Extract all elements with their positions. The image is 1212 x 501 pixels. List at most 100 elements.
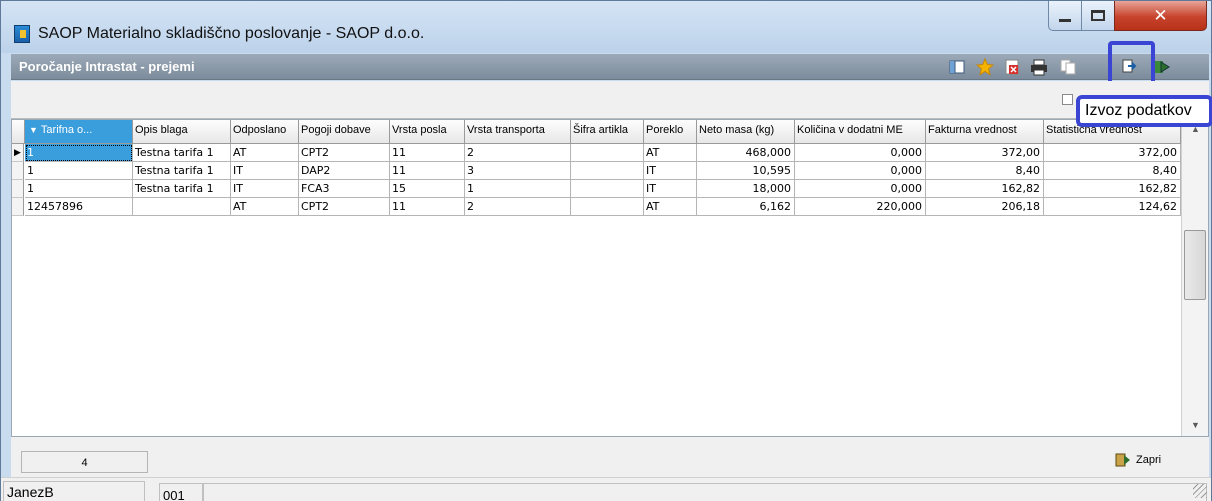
table-cell[interactable]: IT xyxy=(644,180,697,198)
resize-grip[interactable] xyxy=(1193,484,1207,498)
column-header[interactable]: Poreklo xyxy=(644,120,697,144)
panel-title: Poročanje Intrastat - prejemi xyxy=(19,59,195,74)
table-cell[interactable]: 220,000 xyxy=(795,198,926,216)
column-header[interactable]: ▼ Tarifna o... xyxy=(25,120,133,144)
title-bar: SAOP Materialno skladiščno poslovanje - … xyxy=(1,1,1211,53)
table-cell[interactable]: 0,000 xyxy=(795,144,926,162)
table-cell[interactable]: 12457896 xyxy=(25,198,133,216)
table-cell[interactable]: 1 xyxy=(465,180,571,198)
filter-bar xyxy=(11,81,1209,119)
intrastat-grid: ▼ Tarifna o... Opis blaga Odposlano Pogoj… xyxy=(11,119,1209,437)
export-tooltip: Izvoz podatkov xyxy=(1076,95,1212,127)
delete-icon xyxy=(1005,59,1019,75)
table-cell[interactable]: 11 xyxy=(390,144,465,162)
table-cell[interactable] xyxy=(571,198,644,216)
column-header[interactable]: Vrsta posla xyxy=(390,120,465,144)
table-cell[interactable]: 15 xyxy=(390,180,465,198)
row-indicator[interactable] xyxy=(12,198,24,216)
copy-button[interactable] xyxy=(1057,56,1079,78)
scroll-thumb[interactable] xyxy=(1184,230,1206,300)
table-cell[interactable]: AT xyxy=(231,198,299,216)
columns-icon xyxy=(949,60,965,74)
table-cell[interactable]: CPT2 xyxy=(299,198,390,216)
table-cell[interactable]: IT xyxy=(231,180,299,198)
table-cell[interactable]: 6,162 xyxy=(697,198,795,216)
status-bar: JanezB 001 xyxy=(1,477,1211,501)
current-row-icon: ▶ xyxy=(14,147,21,157)
table-cell[interactable]: 124,62 xyxy=(1044,198,1181,216)
table-cell[interactable]: AT xyxy=(644,144,697,162)
table-cell[interactable] xyxy=(571,144,644,162)
table-cell[interactable]: 162,82 xyxy=(926,180,1044,198)
column-header[interactable]: Vrsta transporta xyxy=(465,120,571,144)
close-panel-label: Zapri xyxy=(1136,454,1162,466)
table-cell[interactable]: Testna tarifa 1 xyxy=(133,162,231,180)
column-header[interactable]: Odposlano xyxy=(231,120,299,144)
table-cell[interactable]: Testna tarifa 1 xyxy=(133,144,231,162)
table-cell[interactable]: 10,595 xyxy=(697,162,795,180)
column-header[interactable]: Fakturna vrednost xyxy=(926,120,1044,144)
table-cell[interactable]: 8,40 xyxy=(1044,162,1181,180)
column-header[interactable]: Neto masa (kg) xyxy=(697,120,795,144)
table-cell[interactable]: 11 xyxy=(390,162,465,180)
table-cell[interactable]: 1 xyxy=(25,162,133,180)
column-header[interactable]: Šifra artikla xyxy=(571,120,644,144)
table-cell[interactable]: IT xyxy=(231,162,299,180)
table-cell[interactable]: AT xyxy=(644,198,697,216)
print-button[interactable] xyxy=(1028,56,1050,78)
star-icon xyxy=(976,58,994,76)
vertical-scrollbar[interactable]: ▲ ▼ xyxy=(1181,120,1208,436)
table-cell[interactable]: 1 xyxy=(25,180,133,198)
table-cell[interactable] xyxy=(571,162,644,180)
maximize-icon xyxy=(1091,10,1105,21)
table-cell[interactable]: DAP2 xyxy=(299,162,390,180)
row-indicator-header xyxy=(12,120,25,144)
table-cell[interactable]: 3 xyxy=(465,162,571,180)
table-cell[interactable] xyxy=(133,198,231,216)
column-header[interactable]: Opis blaga xyxy=(133,120,231,144)
filter-checkbox[interactable] xyxy=(1062,94,1073,105)
table-cell[interactable]: 18,000 xyxy=(697,180,795,198)
column-header-label: Tarifna o... xyxy=(40,124,93,136)
table-cell[interactable]: IT xyxy=(644,162,697,180)
status-code: 001 xyxy=(159,483,203,501)
table-cell[interactable]: 2 xyxy=(465,144,571,162)
panel-header: Poročanje Intrastat - prejemi xyxy=(11,54,1209,80)
window-title: SAOP Materialno skladiščno poslovanje - … xyxy=(38,25,425,42)
table-cell[interactable]: Testna tarifa 1 xyxy=(133,180,231,198)
table-cell[interactable] xyxy=(571,180,644,198)
copy-icon xyxy=(1060,59,1076,75)
table-cell[interactable]: 0,000 xyxy=(795,180,926,198)
column-header[interactable]: Pogoji dobave xyxy=(299,120,390,144)
row-indicator[interactable] xyxy=(12,180,24,198)
table-cell[interactable]: 11 xyxy=(390,198,465,216)
close-door-icon xyxy=(1115,453,1130,467)
scroll-down-icon[interactable]: ▼ xyxy=(1191,420,1200,430)
table-cell[interactable]: 162,82 xyxy=(1044,180,1181,198)
grid-footer: 4 Zapri xyxy=(11,437,1209,477)
minimize-button[interactable] xyxy=(1048,1,1082,31)
table-cell[interactable]: 8,40 xyxy=(926,162,1044,180)
close-panel-button[interactable]: Zapri xyxy=(1114,452,1161,468)
maximize-button[interactable] xyxy=(1081,1,1115,31)
status-message xyxy=(203,483,1207,501)
columns-button[interactable] xyxy=(946,56,968,78)
status-user: JanezB xyxy=(3,481,145,501)
table-cell[interactable]: 1 xyxy=(25,144,133,162)
favorite-button[interactable] xyxy=(974,56,996,78)
table-cell[interactable]: 372,00 xyxy=(1044,144,1181,162)
table-cell[interactable]: 0,000 xyxy=(795,162,926,180)
table-cell[interactable]: CPT2 xyxy=(299,144,390,162)
table-cell[interactable]: FCA3 xyxy=(299,180,390,198)
row-indicator[interactable]: ▶ xyxy=(12,144,24,162)
table-cell[interactable]: 206,18 xyxy=(926,198,1044,216)
close-window-button[interactable]: ✕ xyxy=(1114,1,1207,31)
table-cell[interactable]: 372,00 xyxy=(926,144,1044,162)
table-cell[interactable]: 2 xyxy=(465,198,571,216)
table-cell[interactable]: 468,000 xyxy=(697,144,795,162)
delete-button[interactable] xyxy=(1001,56,1023,78)
row-indicator[interactable] xyxy=(12,162,24,180)
close-icon: ✕ xyxy=(1153,5,1168,26)
column-header[interactable]: Količina v dodatni ME xyxy=(795,120,926,144)
table-cell[interactable]: AT xyxy=(231,144,299,162)
